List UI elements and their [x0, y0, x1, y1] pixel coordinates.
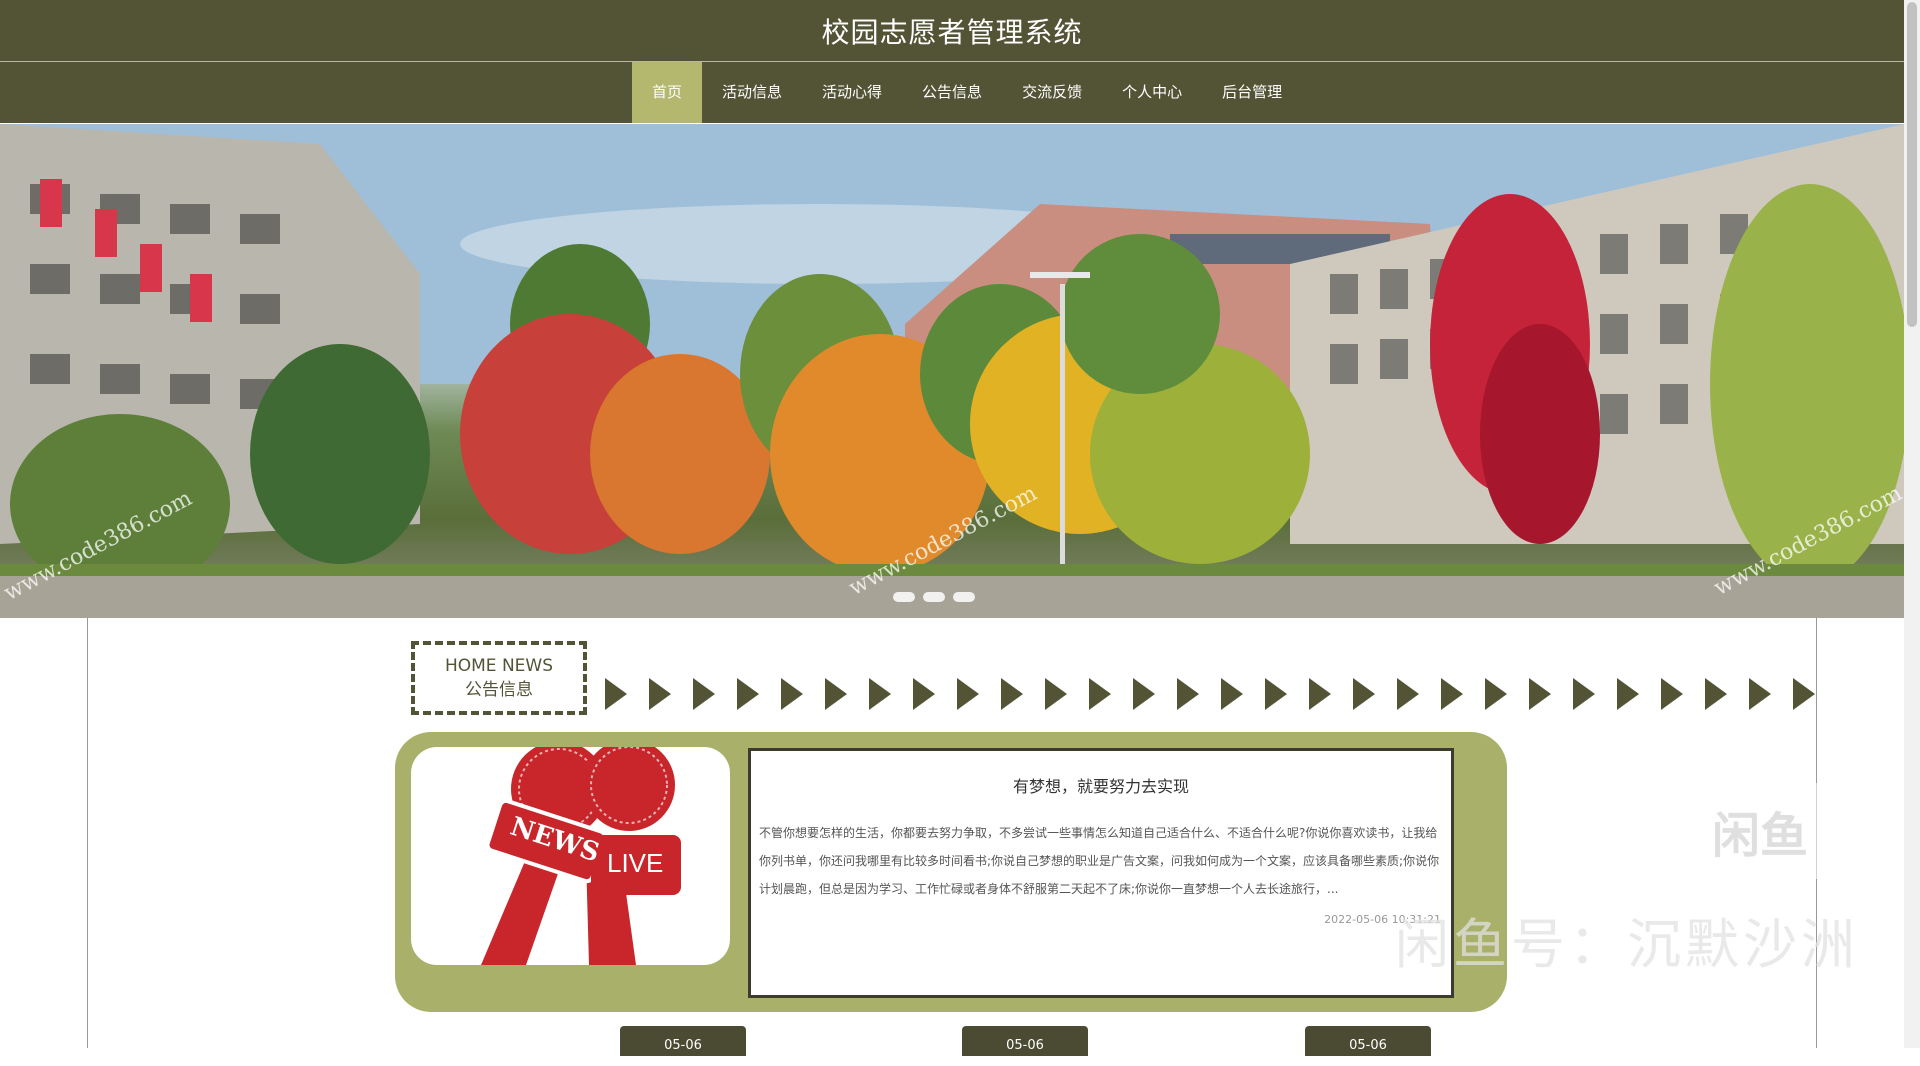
nav-item-activities[interactable]: 活动信息: [702, 62, 802, 123]
section-label: HOME NEWS 公告信息: [411, 641, 587, 715]
nav-item-feedback[interactable]: 交流反馈: [1002, 62, 1102, 123]
section-label-en: HOME NEWS: [444, 656, 554, 676]
banner-carousel[interactable]: www.code386.com www.code386.com www.code…: [0, 124, 1904, 618]
nav-item-admin[interactable]: 后台管理: [1202, 62, 1302, 123]
carousel-indicators: [893, 592, 975, 602]
carousel-dot[interactable]: [923, 592, 945, 602]
news-date: 2022-05-06 10:31:21: [1324, 913, 1441, 926]
news-content[interactable]: 有梦想，就要努力去实现 不管你想要怎样的生活，你都要去努力争取，不多尝试一些事情…: [748, 748, 1454, 998]
carousel-dot[interactable]: [893, 592, 915, 602]
nav-item-announcements[interactable]: 公告信息: [902, 62, 1002, 123]
watermark-caption: 闲鱼号：沉默沙洲: [1395, 913, 1859, 976]
page-scrollbar[interactable]: [1904, 0, 1920, 1048]
scrollbar-thumb[interactable]: [1907, 2, 1917, 327]
nav-item-profile[interactable]: 个人中心: [1102, 62, 1202, 123]
site-header: 校园志愿者管理系统: [0, 0, 1904, 62]
nav-item-home[interactable]: 首页: [632, 62, 703, 123]
nav-item-experiences[interactable]: 活动心得: [802, 62, 902, 123]
arrow-divider: [605, 678, 1815, 710]
news-summary: 不管你想要怎样的生活，你都要去努力争取，不多尝试一些事情怎么知道自己适合什么、不…: [759, 826, 1440, 896]
section-label-cn: 公告信息: [465, 680, 533, 700]
date-tab[interactable]: 05-06: [1305, 1026, 1431, 1056]
watermark-badge: 闲鱼: [1675, 783, 1845, 879]
carousel-dot[interactable]: [953, 592, 975, 602]
site-title: 校园志愿者管理系统: [821, 15, 1083, 49]
news-title[interactable]: 有梦想，就要努力去实现: [759, 773, 1443, 797]
date-tab[interactable]: 05-06: [962, 1026, 1088, 1056]
main-nav: 首页 活动信息 活动心得 公告信息 交流反馈 个人中心 后台管理: [0, 62, 1904, 123]
date-tab[interactable]: 05-06: [620, 1026, 746, 1056]
news-thumbnail[interactable]: NEWS LIVE: [411, 747, 730, 965]
live-image-label: LIVE: [607, 848, 664, 878]
